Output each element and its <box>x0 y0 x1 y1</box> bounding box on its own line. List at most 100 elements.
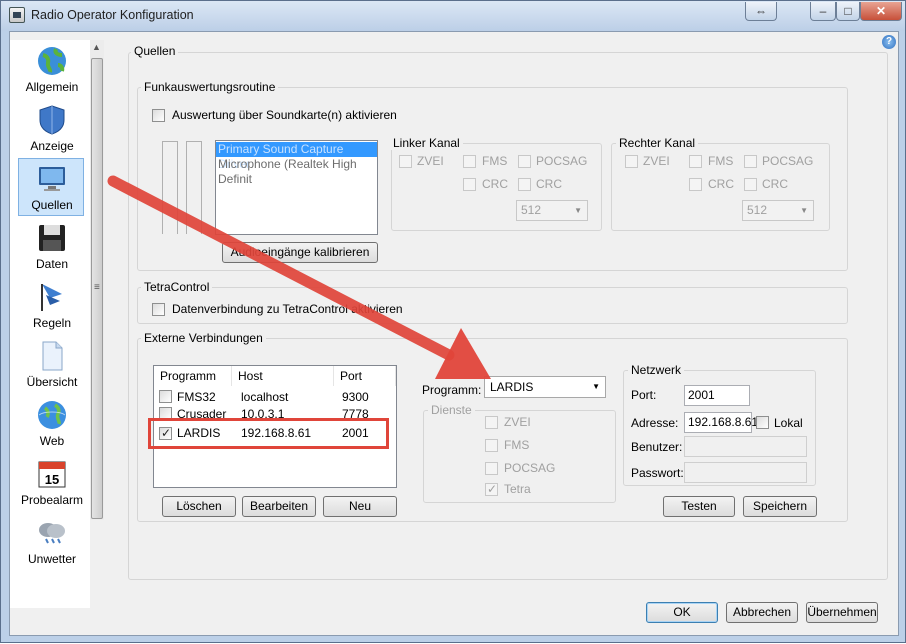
password-field[interactable] <box>684 462 807 483</box>
sidebar-scrollbar[interactable]: ▲ <box>90 40 104 520</box>
port-label: Port: <box>631 388 657 402</box>
chevron-down-icon: ▼ <box>592 382 600 391</box>
sidebar-item-unwetter[interactable]: Unwetter <box>18 512 84 570</box>
service-zvei-checkbox[interactable] <box>485 416 498 429</box>
monitor-icon <box>39 167 65 191</box>
password-label: Passwort: <box>631 466 684 480</box>
left-baud-select[interactable]: 512 ▼ <box>516 200 588 221</box>
user-label: Benutzer: <box>631 440 683 454</box>
right-zvei-checkbox[interactable] <box>625 155 638 168</box>
service-zvei-label: ZVEI <box>504 415 531 429</box>
close-button[interactable]: ✕ <box>860 2 902 21</box>
left-fms-checkbox[interactable] <box>463 155 476 168</box>
left-pocsag-crc-checkbox[interactable] <box>518 178 531 191</box>
external-connections-title: Externe Verbindungen <box>141 331 266 345</box>
restore-width-button[interactable]: ⇔ <box>745 2 777 21</box>
services-title: Dienste <box>428 403 475 417</box>
apply-button[interactable]: Übernehmen <box>806 602 878 623</box>
service-tetra-checkbox[interactable] <box>485 482 498 496</box>
sidebar-item-label: Anzeige <box>30 139 74 153</box>
address-field[interactable]: 192.168.8.61 <box>684 412 758 433</box>
soundcard-checkbox-label: Auswertung über Soundkarte(n) aktivieren <box>172 108 397 122</box>
sidebar-item-daten[interactable]: Daten <box>18 217 84 275</box>
left-zvei-checkbox[interactable] <box>399 155 412 168</box>
help-icon[interactable]: ? <box>882 35 896 49</box>
program-label: Programm: <box>422 383 482 397</box>
config-window: Radio Operator Konfiguration ⇔ – □ ✕ ? A… <box>0 0 906 643</box>
cancel-button[interactable]: Abbrechen <box>726 602 798 623</box>
left-pocsag-crc-label: CRC <box>536 177 562 191</box>
ok-button[interactable]: OK <box>646 602 718 623</box>
sidebar-item-allgemein[interactable]: Allgemein <box>18 40 84 98</box>
window-title: Radio Operator Konfiguration <box>31 8 194 22</box>
left-fms-crc-label: CRC <box>482 177 508 191</box>
right-baud-value: 512 <box>747 203 768 217</box>
address-label: Adresse: <box>631 416 679 430</box>
right-fms-crc-label: CRC <box>708 177 734 191</box>
service-pocsag-checkbox[interactable] <box>485 462 498 475</box>
left-fms-label: FMS <box>482 154 508 168</box>
column-header-program[interactable]: Programm <box>154 366 232 386</box>
test-button[interactable]: Testen <box>663 496 735 517</box>
sidebar-item-regeln[interactable]: Regeln <box>18 276 84 334</box>
sidebar-item-web[interactable]: Web <box>18 394 84 452</box>
calendar-day: 15 <box>45 472 59 487</box>
title-bar[interactable]: Radio Operator Konfiguration ⇔ – □ ✕ <box>1 1 905 31</box>
column-header-port[interactable]: Port <box>334 366 396 386</box>
chevron-down-icon: ▼ <box>574 206 582 215</box>
delete-button[interactable]: Löschen <box>162 496 236 517</box>
table-row[interactable]: FMS32 localhost 9300 <box>154 389 396 405</box>
device-item[interactable]: Primary Sound Capture Driver <box>216 142 377 171</box>
right-baud-select[interactable]: 512 ▼ <box>742 200 814 221</box>
document-icon <box>42 341 63 371</box>
column-header-host[interactable]: Host <box>232 366 334 386</box>
service-tetra-label: Tetra <box>504 482 531 496</box>
globe-icon <box>38 47 66 75</box>
storm-cloud-icon <box>39 523 65 544</box>
sidebar-item-probealarm[interactable]: 15 Probealarm <box>18 453 84 511</box>
sidebar-item-anzeige[interactable]: Anzeige <box>18 99 84 157</box>
right-fms-checkbox[interactable] <box>689 155 702 168</box>
service-fms-label: FMS <box>504 438 530 452</box>
program-select[interactable]: LARDIS ▼ <box>484 376 606 398</box>
edit-button[interactable]: Bearbeiten <box>242 496 316 517</box>
right-pocsag-label: POCSAG <box>762 154 814 168</box>
row-host: localhost <box>241 390 289 404</box>
user-field[interactable] <box>684 436 807 457</box>
soundcard-checkbox[interactable] <box>152 109 165 122</box>
sidebar-item-label: Regeln <box>32 316 72 330</box>
sidebar-item-uebersicht[interactable]: Übersicht <box>18 335 84 393</box>
scroll-up-icon[interactable]: ▲ <box>92 42 101 52</box>
local-checkbox[interactable] <box>756 416 769 429</box>
tetracontrol-checkbox-label: Datenverbindung zu TetraControl aktivier… <box>172 302 403 316</box>
funk-group-title: Funkauswertungsroutine <box>141 80 279 94</box>
right-pocsag-checkbox[interactable] <box>744 155 757 168</box>
sidebar-item-quellen[interactable]: Quellen <box>18 158 84 216</box>
maximize-button[interactable]: □ <box>836 2 860 21</box>
right-pocsag-crc-checkbox[interactable] <box>744 178 757 191</box>
save-button[interactable]: Speichern <box>743 496 817 517</box>
sidebar-item-label: Übersicht <box>26 375 78 389</box>
port-field[interactable]: 2001 <box>684 385 750 406</box>
floppy-disk-icon <box>39 225 65 251</box>
left-fms-crc-checkbox[interactable] <box>463 178 476 191</box>
row-checkbox[interactable] <box>159 390 172 403</box>
device-item[interactable]: Microphone (Realtek High Definit <box>216 157 377 186</box>
right-fms-crc-checkbox[interactable] <box>689 178 702 191</box>
sound-device-list[interactable]: Primary Sound Capture Driver Microphone … <box>215 140 378 235</box>
quellen-title: Quellen <box>131 44 179 58</box>
network-title: Netzwerk <box>628 363 685 377</box>
sidebar-item-label: Quellen <box>31 198 73 212</box>
row-program: FMS32 <box>177 390 216 404</box>
calibrate-inputs-button[interactable]: Audioeingänge kalibrieren <box>222 242 378 263</box>
left-pocsag-checkbox[interactable] <box>518 155 531 168</box>
service-fms-checkbox[interactable] <box>485 439 498 452</box>
splitter-grip-icon[interactable]: ≡ <box>94 282 100 293</box>
sidebar-item-label: Probealarm <box>20 493 84 507</box>
chevron-down-icon: ▼ <box>800 206 808 215</box>
sidebar-item-label: Daten <box>35 257 69 271</box>
minimize-button[interactable]: – <box>810 2 836 21</box>
new-button[interactable]: Neu <box>323 496 397 517</box>
left-baud-value: 512 <box>521 203 542 217</box>
tetracontrol-checkbox[interactable] <box>152 303 165 316</box>
